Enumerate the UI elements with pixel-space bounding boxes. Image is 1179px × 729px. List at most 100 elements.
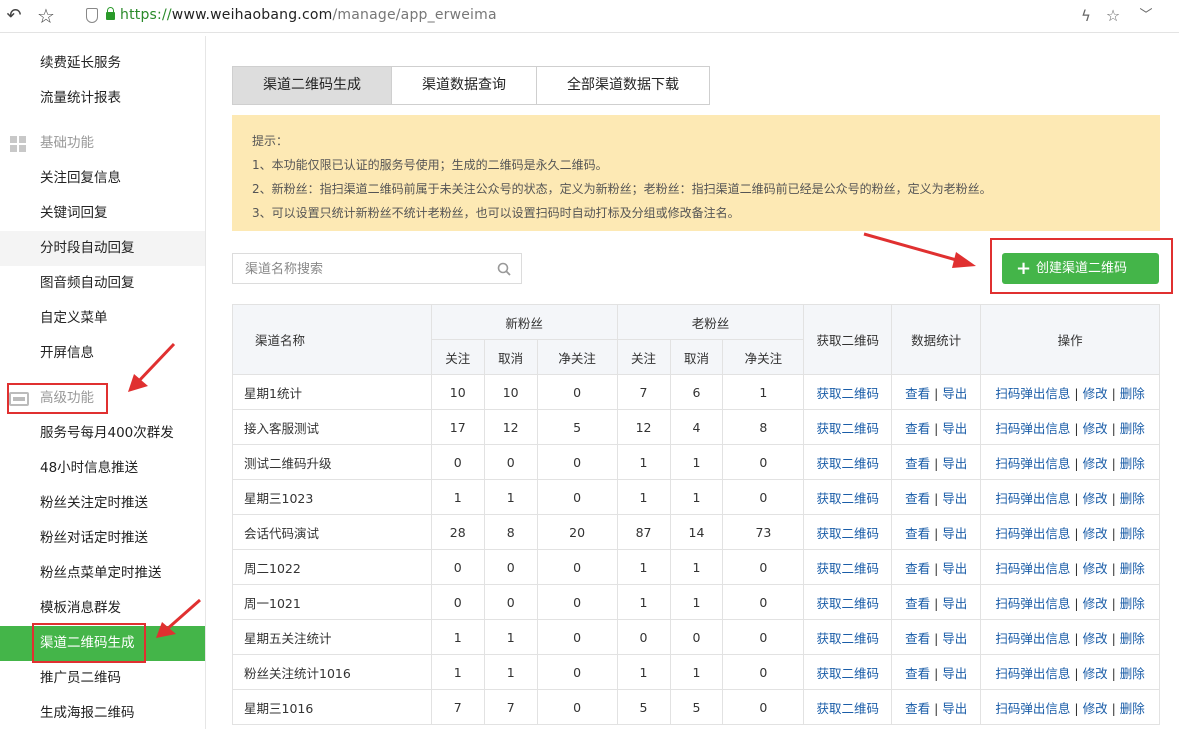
export-link[interactable]: 导出 <box>942 421 967 436</box>
delete-link[interactable]: 删除 <box>1120 701 1145 716</box>
tab-download-all[interactable]: 全部渠道数据下载 <box>536 66 710 105</box>
sidebar-item-traffic-report[interactable]: 流量统计报表 <box>0 81 205 116</box>
cell-new-follow: 28 <box>430 514 485 550</box>
export-link[interactable]: 导出 <box>942 386 967 401</box>
popup-info-link[interactable]: 扫码弹出信息 <box>995 491 1070 506</box>
get-qr-link[interactable]: 获取二维码 <box>817 631 880 646</box>
delete-link[interactable]: 删除 <box>1120 631 1145 646</box>
sidebar-item-48h-push[interactable]: 48小时信息推送 <box>0 451 205 486</box>
delete-link[interactable]: 删除 <box>1120 491 1145 506</box>
view-link[interactable]: 查看 <box>905 596 930 611</box>
export-link[interactable]: 导出 <box>942 631 967 646</box>
sidebar-item-custom-menu[interactable]: 自定义菜单 <box>0 301 205 336</box>
edit-link[interactable]: 修改 <box>1083 526 1108 541</box>
edit-link[interactable]: 修改 <box>1083 456 1108 471</box>
export-link[interactable]: 导出 <box>942 456 967 471</box>
separator: | <box>934 420 939 436</box>
sidebar-item-poster-qr[interactable]: 生成海报二维码 <box>0 696 205 729</box>
popup-info-link[interactable]: 扫码弹出信息 <box>995 386 1070 401</box>
view-link[interactable]: 查看 <box>905 491 930 506</box>
popup-info-link[interactable]: 扫码弹出信息 <box>995 526 1070 541</box>
popup-info-link[interactable]: 扫码弹出信息 <box>995 701 1070 716</box>
get-qr-link[interactable]: 获取二维码 <box>817 421 880 436</box>
sidebar-item-keyword-reply[interactable]: 关键词回复 <box>0 196 205 231</box>
export-link[interactable]: 导出 <box>942 596 967 611</box>
get-qr-link[interactable]: 获取二维码 <box>817 666 880 681</box>
get-qr-link[interactable]: 获取二维码 <box>817 701 880 716</box>
edit-link[interactable]: 修改 <box>1083 666 1108 681</box>
search-input[interactable] <box>233 254 473 283</box>
cell-new-net: 20 <box>536 514 618 550</box>
table-row: 粉丝关注统计1016 1 1 0 1 1 0 获取二维码 查看 | 导出 扫码弹出信息 | 修改 | 删除 <box>232 654 1160 690</box>
arrow-icon <box>128 342 176 392</box>
star-icon[interactable]: ☆ <box>36 6 56 26</box>
back-icon[interactable]: ↶ <box>4 6 24 26</box>
popup-info-link[interactable]: 扫码弹出信息 <box>995 596 1070 611</box>
export-link[interactable]: 导出 <box>942 491 967 506</box>
delete-link[interactable]: 删除 <box>1120 526 1145 541</box>
delete-link[interactable]: 删除 <box>1120 596 1145 611</box>
view-link[interactable]: 查看 <box>905 631 930 646</box>
cell-old-net: 0 <box>722 584 805 620</box>
edit-link[interactable]: 修改 <box>1083 701 1108 716</box>
popup-info-link[interactable]: 扫码弹出信息 <box>995 666 1070 681</box>
search-icon[interactable] <box>497 262 511 276</box>
view-link[interactable]: 查看 <box>905 386 930 401</box>
edit-link[interactable]: 修改 <box>1083 421 1108 436</box>
export-link[interactable]: 导出 <box>942 526 967 541</box>
header-old-follow: 关注 <box>616 339 671 375</box>
sidebar-item-timed-reply[interactable]: 分时段自动回复 <box>0 231 205 266</box>
sidebar-item-promoter-qr[interactable]: 推广员二维码 <box>0 661 205 696</box>
delete-link[interactable]: 删除 <box>1120 386 1145 401</box>
create-channel-qr-button[interactable]: + 创建渠道二维码 <box>1002 253 1159 284</box>
sidebar-item-renew[interactable]: 续费延长服务 <box>0 46 205 81</box>
shield-icon[interactable] <box>86 8 98 23</box>
delete-link[interactable]: 删除 <box>1120 421 1145 436</box>
view-link[interactable]: 查看 <box>905 701 930 716</box>
edit-link[interactable]: 修改 <box>1083 631 1108 646</box>
get-qr-link[interactable]: 获取二维码 <box>817 596 880 611</box>
lightning-icon[interactable]: ϟ <box>1076 6 1096 26</box>
delete-link[interactable]: 删除 <box>1120 561 1145 576</box>
sidebar-item-chat-push[interactable]: 粉丝对话定时推送 <box>0 521 205 556</box>
view-link[interactable]: 查看 <box>905 561 930 576</box>
edit-link[interactable]: 修改 <box>1083 386 1108 401</box>
popup-info-link[interactable]: 扫码弹出信息 <box>995 456 1070 471</box>
sidebar-item-follow-reply[interactable]: 关注回复信息 <box>0 161 205 196</box>
edit-link[interactable]: 修改 <box>1083 596 1108 611</box>
sidebar-item-mass-send[interactable]: 服务号每月400次群发 <box>0 416 205 451</box>
chevron-down-icon[interactable]: ﹀ <box>1136 6 1156 26</box>
get-qr-link[interactable]: 获取二维码 <box>817 491 880 506</box>
popup-info-link[interactable]: 扫码弹出信息 <box>995 561 1070 576</box>
delete-link[interactable]: 删除 <box>1120 666 1145 681</box>
get-qr-link[interactable]: 获取二维码 <box>817 561 880 576</box>
sidebar-item-media-reply[interactable]: 图音频自动回复 <box>0 266 205 301</box>
cell-old-net: 0 <box>722 619 805 655</box>
popup-info-link[interactable]: 扫码弹出信息 <box>995 631 1070 646</box>
bookmark-star-icon[interactable]: ☆ <box>1103 6 1123 26</box>
tab-channel-data[interactable]: 渠道数据查询 <box>391 66 537 105</box>
export-link[interactable]: 导出 <box>942 561 967 576</box>
url-protocol: https:// <box>120 7 172 23</box>
view-link[interactable]: 查看 <box>905 421 930 436</box>
export-link[interactable]: 导出 <box>942 701 967 716</box>
separator: | <box>1074 700 1079 716</box>
address-bar[interactable]: https://www.weihaobang.com/manage/app_er… <box>120 7 497 23</box>
view-link[interactable]: 查看 <box>905 456 930 471</box>
popup-info-link[interactable]: 扫码弹出信息 <box>995 421 1070 436</box>
cell-old-follow: 0 <box>616 619 671 655</box>
cell-new-cancel: 0 <box>483 444 538 480</box>
edit-link[interactable]: 修改 <box>1083 561 1108 576</box>
edit-link[interactable]: 修改 <box>1083 491 1108 506</box>
tab-channel-qr[interactable]: 渠道二维码生成 <box>232 66 392 105</box>
export-link[interactable]: 导出 <box>942 666 967 681</box>
view-link[interactable]: 查看 <box>905 526 930 541</box>
sidebar-item-follow-push[interactable]: 粉丝关注定时推送 <box>0 486 205 521</box>
get-qr-link[interactable]: 获取二维码 <box>817 526 880 541</box>
sidebar-item-menu-push[interactable]: 粉丝点菜单定时推送 <box>0 556 205 591</box>
cell-new-follow: 0 <box>430 549 485 585</box>
delete-link[interactable]: 删除 <box>1120 456 1145 471</box>
get-qr-link[interactable]: 获取二维码 <box>817 456 880 471</box>
view-link[interactable]: 查看 <box>905 666 930 681</box>
get-qr-link[interactable]: 获取二维码 <box>817 386 880 401</box>
